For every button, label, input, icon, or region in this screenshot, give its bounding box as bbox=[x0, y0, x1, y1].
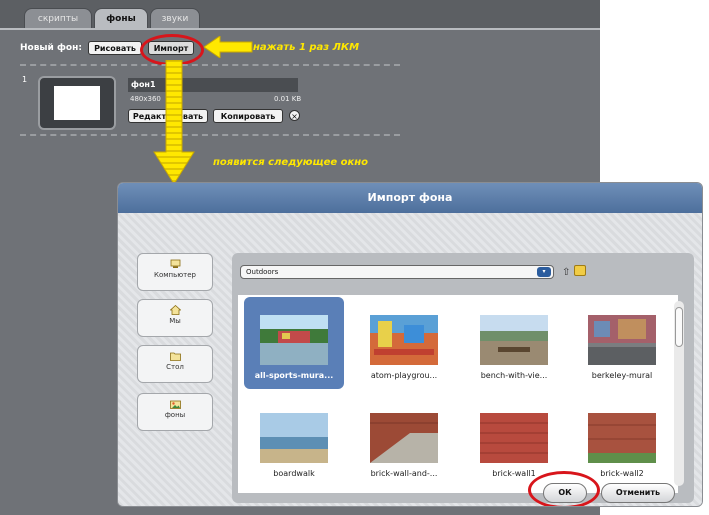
folder-icon bbox=[169, 352, 181, 361]
grid-item-boardwalk[interactable]: boardwalk bbox=[244, 399, 344, 491]
pointer-arrow-left-icon bbox=[204, 36, 253, 58]
new-background-label: Новый фон: bbox=[20, 43, 82, 53]
sidebar-item-computer[interactable]: Компьютер bbox=[137, 253, 213, 291]
tabs-bar: скрипты фоны звуки bbox=[0, 0, 600, 28]
grid-item-caption: brick-wall-and-... bbox=[370, 469, 438, 478]
divider bbox=[20, 64, 400, 66]
cancel-button[interactable]: Отменить bbox=[601, 483, 675, 503]
background-grid: all-sports-mura... atom-playgrou... benc… bbox=[238, 295, 678, 493]
thumbnail-image bbox=[588, 413, 656, 463]
delete-icon[interactable]: × bbox=[289, 110, 300, 121]
ok-highlight-circle bbox=[528, 471, 600, 506]
sidebar-item-label: фоны bbox=[164, 411, 186, 419]
tab-underline bbox=[0, 28, 600, 30]
grid-item-caption: berkeley-mural bbox=[591, 371, 653, 380]
sidebar-item-label: Мы bbox=[169, 317, 181, 325]
background-thumbnail[interactable] bbox=[38, 76, 116, 130]
sidebar-item-backgrounds[interactable]: фоны bbox=[137, 393, 213, 431]
tab-sounds[interactable]: звуки bbox=[150, 8, 200, 28]
sidebar-item-me[interactable]: Мы bbox=[137, 299, 213, 337]
sidebar-item-label: Стол bbox=[166, 363, 184, 371]
sidebar-item-desktop[interactable]: Стол bbox=[137, 345, 213, 383]
new-folder-icon[interactable] bbox=[574, 265, 586, 276]
tab-backgrounds[interactable]: фоны bbox=[94, 8, 148, 28]
grid-item-caption: all-sports-mura... bbox=[254, 371, 334, 380]
home-icon bbox=[169, 305, 181, 315]
grid-item-bench-with-view[interactable]: bench-with-vie... bbox=[464, 297, 564, 389]
computer-icon bbox=[170, 259, 180, 268]
tab-scripts[interactable]: скрипты bbox=[24, 8, 92, 28]
click-hint-text: нажать 1 раз ЛКМ bbox=[253, 42, 360, 53]
thumbnail-image bbox=[260, 315, 328, 365]
dialog-body: Компьютер Мы Стол фоны Outdoors ▾ ⇧ all-… bbox=[118, 213, 702, 506]
file-browser: Outdoors ▾ ⇧ all-sports-mura... atom-pla… bbox=[232, 253, 694, 503]
copy-button[interactable]: Копировать bbox=[213, 109, 283, 123]
background-file-size: 0.01 KB bbox=[274, 95, 302, 103]
folder-select[interactable]: Outdoors ▾ bbox=[240, 265, 554, 279]
grid-item-all-sports-mural[interactable]: all-sports-mura... bbox=[244, 297, 344, 389]
background-index: 1 bbox=[22, 75, 28, 84]
thumbnail-image bbox=[480, 315, 548, 365]
background-thumbnail-image bbox=[54, 86, 100, 120]
grid-item-caption: bench-with-vie... bbox=[480, 371, 548, 380]
grid-item-caption: atom-playgrou... bbox=[370, 371, 438, 380]
folder-select-value: Outdoors bbox=[246, 268, 279, 276]
thumbnail-image bbox=[370, 413, 438, 463]
thumbnail-image bbox=[370, 315, 438, 365]
scrollbar-thumb[interactable] bbox=[675, 307, 683, 347]
backgrounds-icon bbox=[169, 400, 181, 409]
thumbnail-image bbox=[588, 315, 656, 365]
sidebar-item-label: Компьютер bbox=[154, 271, 196, 279]
scrollbar[interactable] bbox=[674, 301, 684, 486]
grid-item-atom-playground[interactable]: atom-playgrou... bbox=[354, 297, 454, 389]
chevron-down-icon[interactable]: ▾ bbox=[537, 267, 551, 277]
thumbnail-image bbox=[260, 413, 328, 463]
divider bbox=[20, 134, 400, 136]
window-hint-text: появится следующее окно bbox=[213, 157, 369, 168]
up-folder-icon[interactable]: ⇧ bbox=[562, 267, 570, 278]
paint-button[interactable]: Рисовать bbox=[88, 41, 142, 55]
grid-item-berkeley-mural[interactable]: berkeley-mural bbox=[572, 297, 672, 389]
thumbnail-image bbox=[480, 413, 548, 463]
grid-item-brick-wall-and[interactable]: brick-wall-and-... bbox=[354, 399, 454, 491]
grid-item-caption: boardwalk bbox=[273, 469, 315, 478]
dialog-title: Импорт фона bbox=[118, 183, 702, 213]
pointer-arrow-down-icon bbox=[153, 60, 195, 184]
import-background-dialog: Импорт фона Компьютер Мы Стол фоны Outdo… bbox=[117, 182, 703, 507]
